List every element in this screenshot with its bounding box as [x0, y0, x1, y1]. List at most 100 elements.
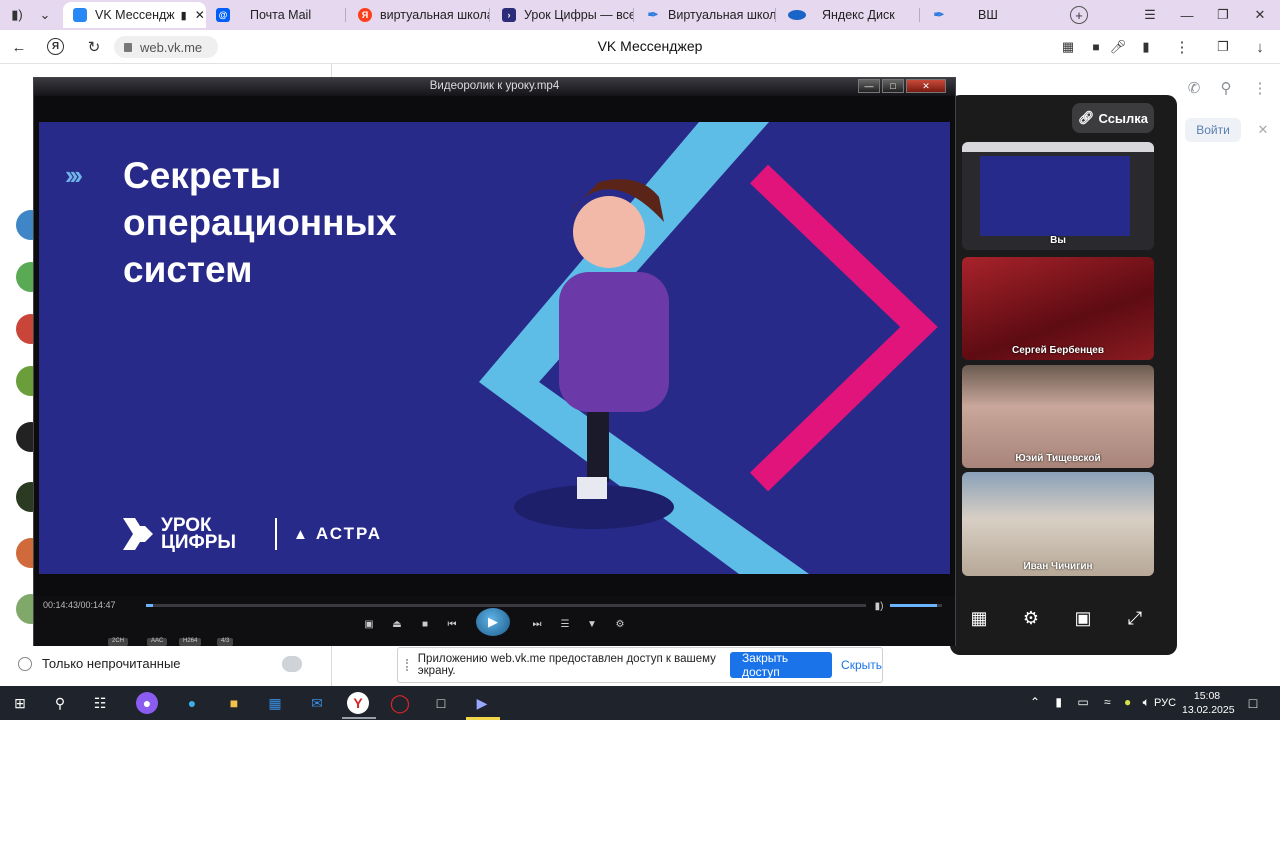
input-language[interactable]: РУС: [1154, 697, 1176, 709]
join-call-button[interactable]: Войти: [1185, 118, 1241, 142]
astra-logo: ▲ АСТРА: [293, 524, 383, 543]
tab-yandex-search[interactable]: Я виртуальная школа -: [348, 2, 490, 28]
alice-assistant-icon[interactable]: ●: [136, 692, 158, 714]
tab-list-chevron-icon[interactable]: ⌄: [34, 5, 56, 25]
playlist-icon[interactable]: ☰: [556, 616, 574, 632]
time-display: 00:14:43/00:14:47: [43, 600, 116, 610]
player-close-icon[interactable]: ✕: [906, 79, 946, 93]
character-face-shape: [573, 196, 645, 268]
speaker-icon[interactable]: 🔈︎: [1143, 695, 1150, 709]
participant-tile-self[interactable]: Вы: [962, 142, 1154, 250]
camera-icon[interactable]: ■: [1086, 37, 1106, 57]
tab-vk-messenger[interactable]: VK Мессендж ▮ ✕: [63, 2, 206, 28]
file-explorer-icon[interactable]: ■: [223, 692, 245, 714]
drag-handle[interactable]: [406, 659, 410, 671]
battery-icon[interactable]: ▭: [1077, 695, 1088, 709]
restore-icon[interactable]: ❐: [1212, 5, 1234, 25]
tab-audio-icon[interactable]: ▮): [6, 5, 28, 25]
fullscreen-icon[interactable]: ⤢: [1122, 605, 1148, 631]
tray-microphone-icon[interactable]: ▮: [1055, 695, 1062, 709]
tab-vsh[interactable]: ✒ ВШ: [922, 2, 1064, 28]
copy-link-button[interactable]: 🔗︎ Ссылка: [1072, 103, 1154, 133]
seek-bar[interactable]: [146, 604, 866, 607]
phone-icon[interactable]: ✆: [1184, 78, 1204, 98]
bookmark-icon[interactable]: ▮: [1136, 37, 1156, 57]
show-hidden-icons-icon[interactable]: ⌃: [1030, 695, 1040, 709]
tab-close-icon[interactable]: ✕: [195, 8, 205, 22]
notepad-icon[interactable]: □: [430, 692, 452, 714]
mail-favicon-icon: @: [216, 8, 230, 22]
taskbar-clock[interactable]: 15:08 13.02.2025: [1182, 689, 1235, 717]
participant-tile[interactable]: Сергей Бербенцев: [962, 257, 1154, 360]
yandex-logo-icon[interactable]: Я: [47, 38, 64, 55]
video-call-panel: 🔗︎ Ссылка Вы Сергей Бербенцев Юэий Тищев…: [950, 95, 1177, 655]
play-button[interactable]: ▶: [476, 608, 510, 636]
opera-icon[interactable]: ◯: [389, 692, 411, 714]
stop-icon[interactable]: ■: [416, 616, 434, 632]
yandex-favicon-icon: Я: [358, 8, 372, 22]
tab-yandex-disk[interactable]: Яндекс Диск: [778, 2, 920, 28]
new-tab-plus-icon[interactable]: +: [1070, 6, 1088, 24]
notifications-icon[interactable]: □: [1242, 692, 1264, 714]
video-codec-badge: H264: [179, 638, 202, 646]
tabs-panel-icon[interactable]: ❐: [1213, 37, 1233, 57]
url-field[interactable]: web.vk.me: [114, 36, 218, 58]
edge-browser-icon[interactable]: ●: [181, 692, 203, 714]
seek-progress: [146, 604, 154, 607]
browser-menu-icon[interactable]: ☰: [1139, 5, 1161, 25]
stop-sharing-button[interactable]: Закрыть доступ: [729, 651, 833, 679]
more-menu-icon[interactable]: ⋮: [1172, 37, 1192, 57]
reload-icon[interactable]: ↻: [84, 37, 104, 57]
picture-in-picture-icon[interactable]: ▣: [1070, 605, 1096, 631]
tab-mail[interactable]: @ Почта Mail: [206, 2, 346, 28]
unread-only-filter[interactable]: Только непрочитанные: [18, 656, 181, 671]
address-bar: ← Я ↻ web.vk.me VK Мессенджер ▦ ■ 🎤︎ ▮ ⋮…: [0, 30, 1280, 64]
windows-start-icon[interactable]: ⊞: [9, 692, 31, 714]
video-frame[interactable]: ››› Секреты операционных систем УРОК ЦИФ…: [39, 122, 950, 574]
tab-virtual-school[interactable]: ✒ Виртуальная школа: [636, 2, 776, 28]
previous-icon[interactable]: ⏮: [443, 616, 461, 632]
eject-icon[interactable]: ⏏: [388, 616, 406, 632]
title-chevrons-icon: ›››: [65, 160, 83, 190]
more-icon[interactable]: ⋮: [1250, 78, 1270, 98]
yandex-browser-icon[interactable]: Y: [347, 692, 369, 714]
participant-tile[interactable]: Иван Чичигин: [962, 472, 1154, 576]
media-player-icon[interactable]: ▶: [471, 692, 493, 714]
settings-gear-icon[interactable]: ⚙: [1018, 605, 1044, 631]
urok-cifry-mark-icon: [123, 518, 153, 550]
browser-tab-strip: ▮) ⌄ VK Мессендж ▮ ✕ @ Почта Mail Я вирт…: [0, 0, 1280, 30]
player-minimize-icon[interactable]: —: [858, 79, 880, 93]
audio-codec-badge: AAC: [147, 638, 168, 646]
volume-icon[interactable]: ▮): [870, 598, 888, 614]
pin-icon[interactable]: ▼: [583, 616, 601, 632]
windows-taskbar: ⊞ ⚲ ☷ ● ● ■ ▦ ✉ Y ◯ □ ▶ ⌃ ▮ ▭ ≈ ● 🔈︎ РУС…: [0, 686, 1280, 720]
taskbar-search-icon[interactable]: ⚲: [49, 692, 71, 714]
active-app-indicator: [466, 717, 500, 720]
wifi-icon[interactable]: ≈: [1104, 695, 1111, 709]
participant-tile[interactable]: Юэий Тищевской: [962, 365, 1154, 468]
next-icon[interactable]: ⏭: [528, 616, 546, 632]
subtitle-icon[interactable]: ▣: [360, 616, 378, 632]
downloads-icon[interactable]: ↓: [1250, 37, 1270, 57]
urok-cifry-logo: УРОК ЦИФРЫ: [123, 516, 257, 552]
mail-app-icon[interactable]: ✉: [306, 692, 328, 714]
participant-name: Юэий Тищевской: [1015, 453, 1101, 464]
app-tray-icon[interactable]: ●: [1124, 695, 1131, 709]
player-maximize-icon[interactable]: □: [882, 79, 904, 93]
search-icon[interactable]: ⚲: [1216, 78, 1236, 98]
task-view-icon[interactable]: ☷: [89, 692, 111, 714]
back-arrow-icon[interactable]: ←: [9, 37, 29, 57]
dismiss-icon[interactable]: ✕: [1252, 120, 1274, 140]
unread-toggle[interactable]: [282, 656, 302, 672]
microphone-icon[interactable]: 🎤︎: [1108, 37, 1128, 57]
player-settings-icon[interactable]: ⚙: [611, 616, 629, 632]
site-permissions-icon[interactable]: ▦: [1058, 37, 1078, 57]
store-icon[interactable]: ▦: [264, 692, 286, 714]
grid-layout-icon[interactable]: ▦: [966, 605, 992, 631]
tab-urok-cifry[interactable]: › Урок Цифры — всерс: [492, 2, 634, 28]
hide-notice-link[interactable]: Скрыть: [841, 658, 882, 672]
minimize-icon[interactable]: —: [1176, 5, 1198, 25]
player-title-bar[interactable]: Видеоролик к уроку.mp4 — □ ✕: [34, 78, 955, 96]
close-window-icon[interactable]: ✕: [1249, 5, 1271, 25]
volume-slider[interactable]: [890, 604, 942, 607]
